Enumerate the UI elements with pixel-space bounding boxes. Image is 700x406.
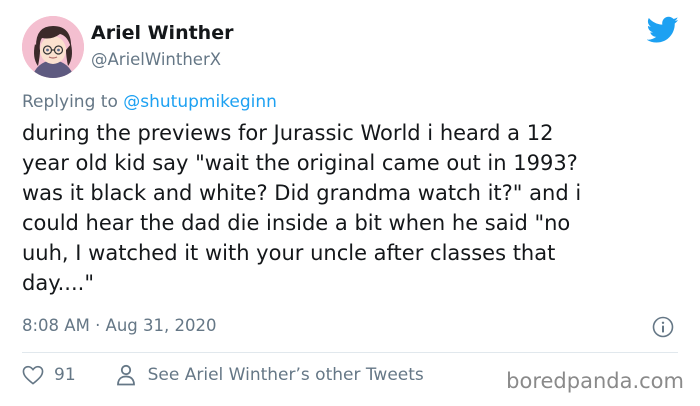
watermark: boredpanda.com xyxy=(506,369,684,393)
action-bar: 91 See Ariel Winther’s other Tweets xyxy=(22,364,424,386)
avatar[interactable] xyxy=(22,16,84,78)
author-handle[interactable]: @ArielWintherX xyxy=(91,50,221,69)
like-button[interactable]: 91 xyxy=(22,365,116,385)
author-name[interactable]: Ariel Winther xyxy=(91,22,233,44)
profile-link-button[interactable]: See Ariel Winther’s other Tweets xyxy=(116,364,424,386)
twitter-bird-icon[interactable] xyxy=(647,16,679,44)
heart-icon xyxy=(22,365,44,385)
profile-link-label: See Ariel Winther’s other Tweets xyxy=(147,365,424,385)
reply-prefix: Replying to xyxy=(22,92,118,112)
tweet-text: during the previews for Jurassic World i… xyxy=(22,121,582,295)
info-icon[interactable] xyxy=(652,316,674,338)
reply-context: Replying to @shutupmikeginn xyxy=(22,92,277,112)
tweet-timestamp[interactable]: 8:08 AM · Aug 31, 2020 xyxy=(22,316,217,335)
avatar-illustration xyxy=(22,16,84,78)
like-count: 91 xyxy=(54,365,76,385)
person-icon xyxy=(116,364,135,386)
reply-mention-link[interactable]: @shutupmikeginn xyxy=(123,92,277,112)
divider xyxy=(22,352,678,353)
tweet-card: Ariel Winther @ArielWintherX Replying to… xyxy=(0,0,700,406)
